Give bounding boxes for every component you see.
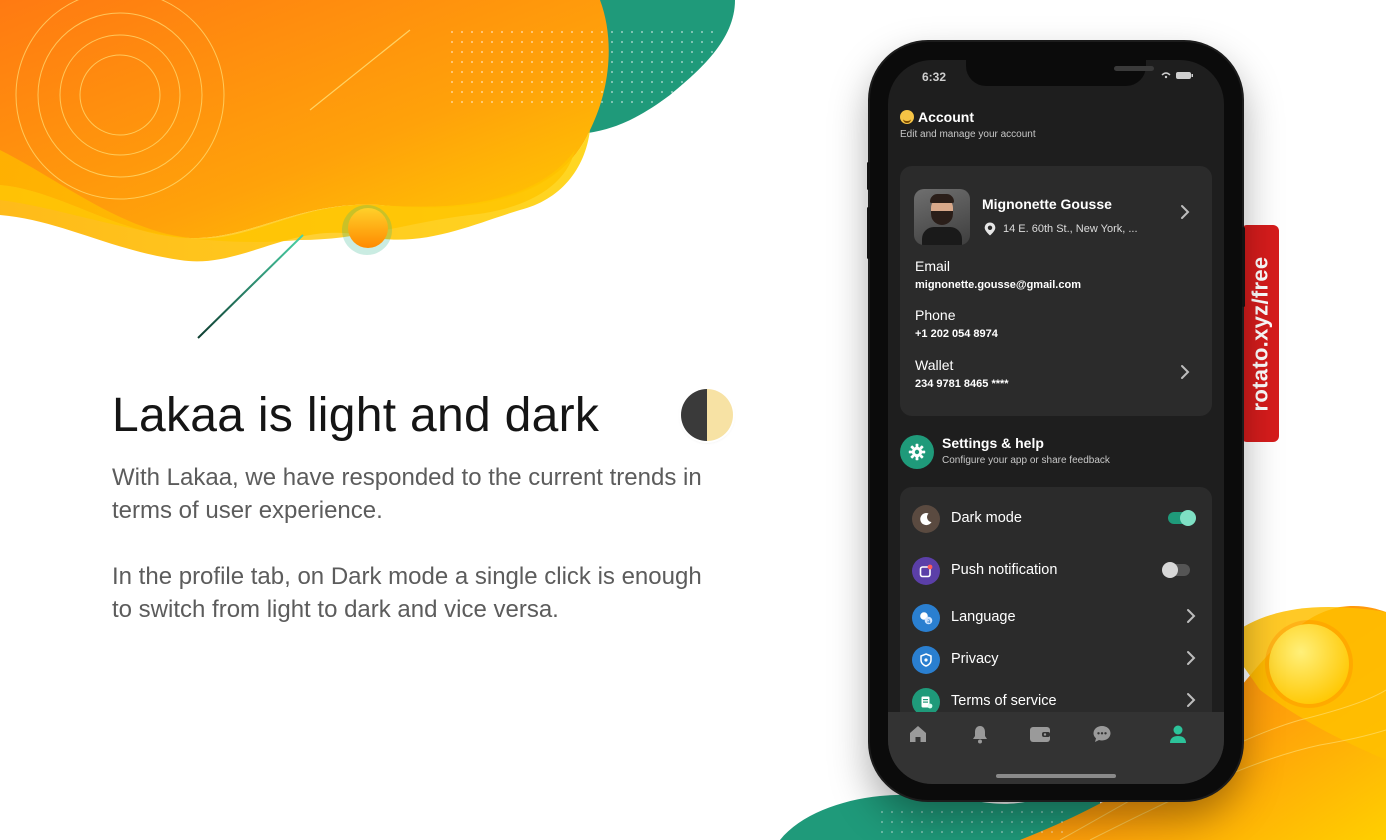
rotato-link-tag[interactable]: rotato.xyz/free xyxy=(1241,225,1279,442)
phone-screen: 6:32 Account Edit and manage your accoun… xyxy=(888,60,1224,784)
chevron-right-icon xyxy=(1186,650,1196,671)
chevron-right-icon xyxy=(1186,692,1196,713)
avatar[interactable] xyxy=(914,189,970,245)
phone-value: +1 202 054 8974 xyxy=(915,328,998,340)
rotato-link-text: rotato.xyz/free xyxy=(1247,256,1273,411)
settings-item-label: Terms of service xyxy=(951,693,1057,709)
account-title: Account xyxy=(900,109,974,125)
settings-item-push-notification[interactable]: Push notification xyxy=(912,555,1202,587)
half-moon-icon xyxy=(681,389,733,441)
translate-icon: a xyxy=(912,604,940,632)
settings-item-language[interactable]: a Language xyxy=(912,602,1202,634)
email-value: mignonette.gousse@gmail.com xyxy=(915,279,1081,291)
settings-card: Dark mode Push notification a Language P… xyxy=(900,487,1212,727)
location-pin-icon xyxy=(984,222,996,236)
phone-notch xyxy=(966,60,1154,86)
svg-text:a: a xyxy=(927,618,931,625)
phone-side-button xyxy=(1242,227,1245,307)
settings-item-dark-mode[interactable]: Dark mode xyxy=(912,503,1202,535)
chevron-right-icon xyxy=(1186,608,1196,629)
settings-item-label: Privacy xyxy=(951,651,999,667)
user-icon[interactable] xyxy=(1166,722,1190,746)
home-icon[interactable] xyxy=(906,722,930,746)
gear-icon xyxy=(900,435,934,469)
headline: Lakaa is light and dark xyxy=(112,389,600,442)
account-subtitle: Edit and manage your account xyxy=(900,129,1036,140)
wallet-icon[interactable] xyxy=(1028,722,1052,746)
profile-card: Mignonette Gousse 14 E. 60th St., New Yo… xyxy=(900,166,1212,416)
phone-label: Phone xyxy=(915,307,956,323)
settings-section-header: Settings & help Configure your app or sh… xyxy=(900,433,1212,473)
settings-item-label: Language xyxy=(951,609,1016,625)
wallet-label: Wallet xyxy=(915,357,954,373)
profile-chevron-right-icon[interactable] xyxy=(1180,204,1190,225)
chat-icon[interactable] xyxy=(1090,722,1114,746)
wallet-chevron-right-icon[interactable] xyxy=(1180,364,1190,385)
status-icons xyxy=(1160,70,1194,83)
phone-mockup: 6:32 Account Edit and manage your accoun… xyxy=(867,42,1245,800)
settings-item-label: Push notification xyxy=(951,562,1058,578)
status-time: 6:32 xyxy=(922,70,947,84)
bottom-tab-bar xyxy=(888,712,1224,784)
phone-side-button xyxy=(867,207,870,259)
description-paragraph: In the profile tab, on Dark mode a singl… xyxy=(112,563,702,623)
settings-title: Settings & help xyxy=(942,435,1044,451)
account-title-text: Account xyxy=(918,109,974,125)
phone-side-button xyxy=(867,162,870,190)
profile-address: 14 E. 60th St., New York, ... xyxy=(984,222,1138,236)
settings-item-privacy[interactable]: Privacy xyxy=(912,644,1202,676)
profile-address-text: 14 E. 60th St., New York, ... xyxy=(1003,223,1138,235)
moon-icon xyxy=(912,505,940,533)
settings-item-label: Dark mode xyxy=(951,510,1022,526)
wallet-value: 234 9781 8465 **** xyxy=(915,378,1009,390)
intro-paragraph: With Lakaa, we have responded to the cur… xyxy=(112,464,702,524)
settings-subtitle: Configure your app or share feedback xyxy=(942,455,1110,466)
battery-wifi-icon xyxy=(1161,72,1193,79)
notification-icon xyxy=(912,557,940,585)
email-label: Email xyxy=(915,258,951,274)
dark-mode-toggle[interactable] xyxy=(1168,510,1196,526)
push-notification-toggle[interactable] xyxy=(1162,562,1190,578)
smiley-icon xyxy=(900,110,914,124)
home-indicator xyxy=(996,774,1116,778)
profile-name: Mignonette Gousse xyxy=(982,196,1112,212)
shield-icon xyxy=(912,646,940,674)
bell-icon[interactable] xyxy=(968,722,992,746)
